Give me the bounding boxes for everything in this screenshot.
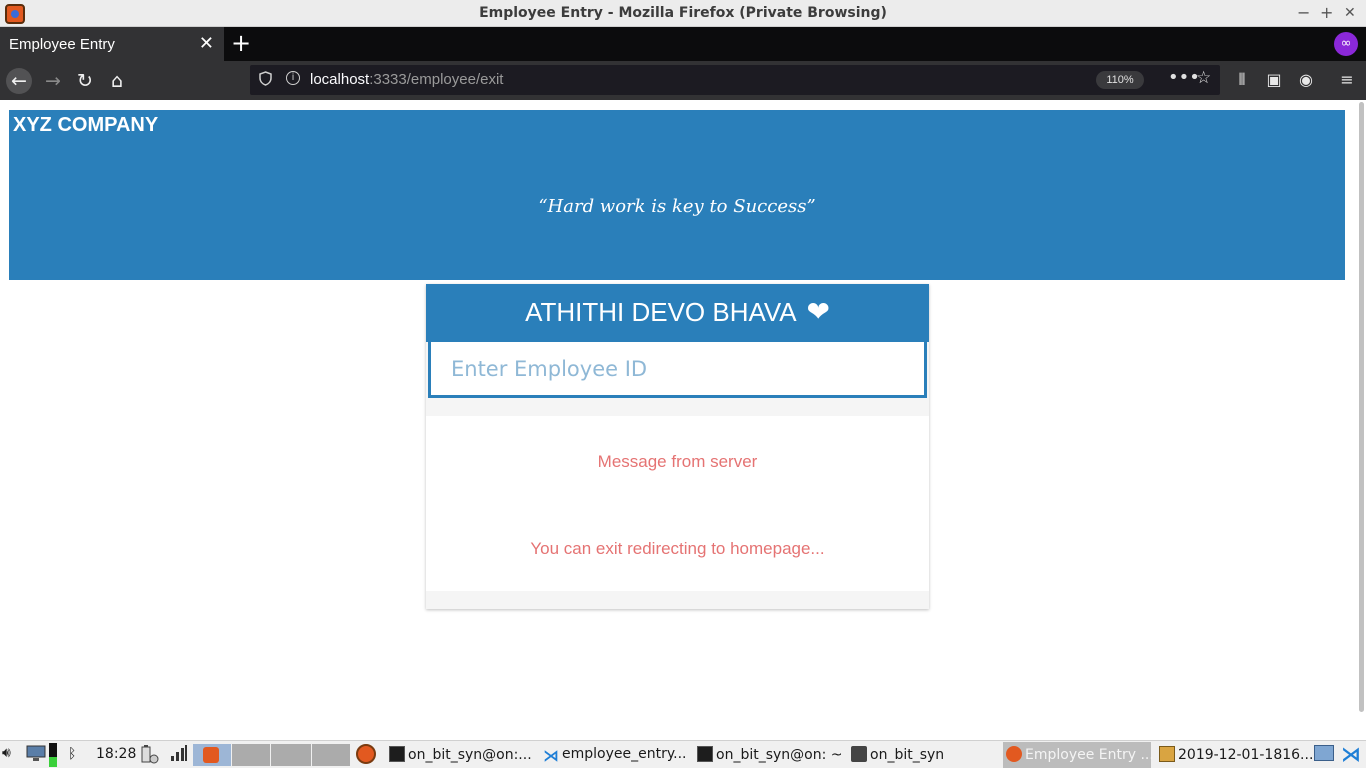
taskbar-window-terminal-2[interactable]: on_bit_syn@on: ~	[697, 746, 843, 763]
card-title: ATHITHI DEVO BHAVA ❤	[426, 284, 929, 342]
message-body: You can exit redirecting to homepage...	[530, 539, 825, 558]
message-title: Message from server	[597, 452, 758, 471]
tab-close-icon[interactable]: ✕	[199, 33, 214, 54]
card-footer	[426, 591, 929, 609]
tab-employee-entry[interactable]: Employee Entry ✕	[0, 27, 224, 61]
vscode-icon: ⋊	[543, 746, 559, 765]
bookmark-star-icon[interactable]: ☆	[1196, 68, 1211, 88]
company-name: XYZ COMPANY	[13, 114, 159, 136]
workspace-3[interactable]	[271, 744, 311, 766]
vscode-tray-icon[interactable]: ⋊	[1341, 742, 1361, 766]
workspace-1[interactable]	[193, 744, 231, 766]
bluetooth-icon[interactable]: ᛒ	[68, 746, 76, 762]
taskbar-window-vscode[interactable]: ⋊ employee_entry...	[543, 746, 686, 765]
url-bar[interactable]: i localhost:3333/employee/exit 110% ••• …	[250, 65, 1220, 95]
url-text[interactable]: localhost:3333/employee/exit	[310, 71, 503, 88]
terminal-icon	[697, 746, 713, 762]
card-divider	[426, 398, 929, 416]
firefox-icon	[1006, 746, 1022, 762]
network-signal-icon[interactable]	[170, 744, 188, 766]
employee-id-input[interactable]	[428, 342, 927, 398]
battery-icon[interactable]	[140, 744, 160, 768]
page-scrollbar[interactable]	[1357, 100, 1366, 740]
firefox-icon	[203, 747, 219, 763]
tab-strip: Employee Entry ✕ + ∞	[0, 27, 1366, 61]
tracking-shield-icon[interactable]	[259, 71, 272, 90]
sidebar-icon[interactable]: ▣	[1264, 70, 1284, 89]
firefox-launcher-icon[interactable]	[356, 744, 376, 768]
server-message-box: Message from server You can exit redirec…	[426, 416, 929, 591]
site-info-icon[interactable]: i	[286, 71, 300, 85]
scrollbar-thumb[interactable]	[1359, 102, 1364, 712]
private-browsing-icon: ∞	[1334, 32, 1358, 56]
employee-exit-card: ATHITHI DEVO BHAVA ❤ Message from server…	[426, 284, 929, 609]
close-window-button[interactable]: ✕	[1344, 5, 1356, 21]
reload-button[interactable]: ↻	[72, 68, 98, 94]
zoom-level-badge[interactable]: 110%	[1096, 71, 1144, 89]
menu-icon[interactable]: ≡	[1337, 70, 1357, 89]
system-taskbar: 🔊︎ ᛒ 18:28 on_bit_syn@on:... ⋊ employee_e…	[0, 740, 1366, 768]
header-quote: “Hard work is key to Success”	[538, 196, 816, 217]
account-icon[interactable]: ◉	[1296, 70, 1316, 89]
taskbar-window-firefox[interactable]: Employee Entry ...	[1006, 746, 1154, 763]
back-button[interactable]: ←	[6, 68, 32, 94]
monitor-icon[interactable]	[26, 744, 46, 766]
taskbar-window-terminal-1[interactable]: on_bit_syn@on:...	[389, 746, 532, 763]
new-tab-button[interactable]: +	[231, 29, 251, 57]
forward-button[interactable]: →	[40, 68, 66, 94]
taskbar-window-image[interactable]: 2019-12-01-1816...	[1159, 746, 1313, 763]
taskbar-window-files[interactable]: on_bit_syn	[851, 746, 944, 763]
employee-id-wrapper	[426, 342, 929, 400]
workspace-4[interactable]	[312, 744, 350, 766]
library-icon[interactable]: ⫴	[1232, 70, 1252, 90]
volume-icon[interactable]: 🔊︎	[2, 745, 11, 761]
folder-icon	[851, 746, 867, 762]
navigation-toolbar: ← → ↻ ⌂ i localhost:3333/employee/exit 1…	[0, 61, 1366, 100]
maximize-button[interactable]: +	[1320, 3, 1333, 22]
page-content: XYZ COMPANY “Hard work is key to Success…	[0, 100, 1357, 740]
company-header: XYZ COMPANY “Hard work is key to Success…	[9, 110, 1345, 280]
workspace-2[interactable]	[232, 744, 270, 766]
window-titlebar: Employee Entry - Mozilla Firefox (Privat…	[0, 0, 1366, 27]
terminal-icon	[389, 746, 405, 762]
minimize-button[interactable]: −	[1297, 3, 1310, 22]
image-icon	[1159, 746, 1175, 762]
home-button[interactable]: ⌂	[104, 68, 130, 94]
clock[interactable]: 18:28	[96, 746, 136, 762]
tab-label: Employee Entry	[9, 36, 115, 53]
heart-icon: ❤	[806, 296, 830, 327]
window-title: Employee Entry - Mozilla Firefox (Privat…	[479, 5, 887, 21]
cpu-meter-icon	[49, 743, 57, 771]
file-manager-tray-icon[interactable]	[1314, 745, 1334, 765]
